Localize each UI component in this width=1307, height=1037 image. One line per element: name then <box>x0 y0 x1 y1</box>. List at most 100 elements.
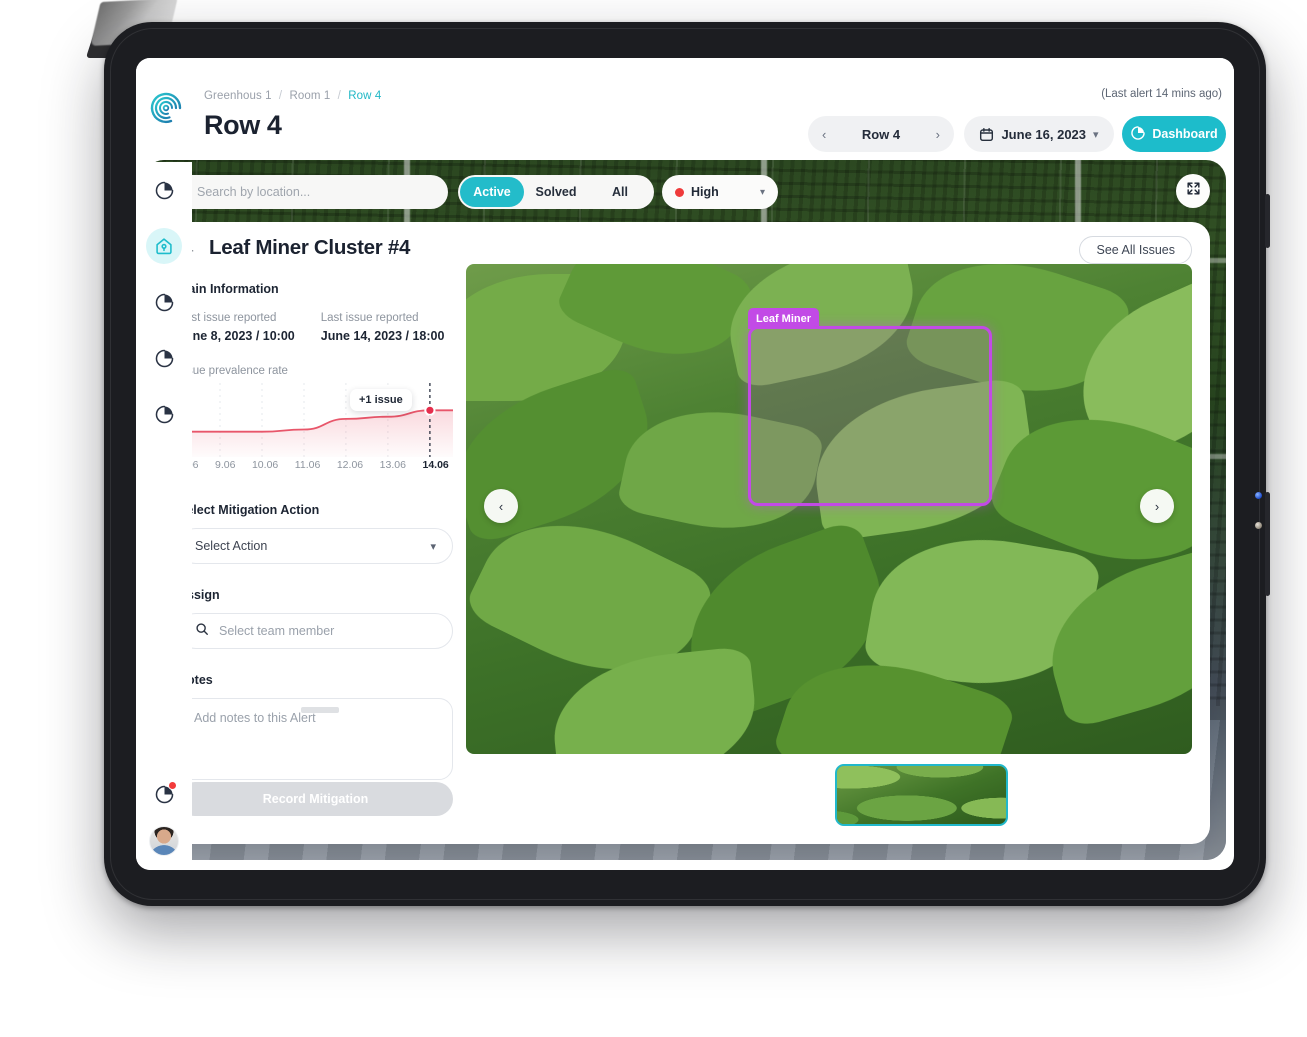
issue-title: Leaf Miner Cluster #4 <box>209 236 411 259</box>
thumbnail-3-selected[interactable] <box>835 764 1008 826</box>
thumbnail-image <box>652 766 822 824</box>
assign-label: Assign <box>178 588 220 602</box>
fullscreen-expand-icon <box>1186 181 1201 201</box>
device-led-blue <box>1255 492 1262 499</box>
thumbnail-image <box>836 766 1006 824</box>
issue-dates: First issue reported June 8, 2023 / 10:0… <box>178 312 453 343</box>
severity-filter-dropdown[interactable]: High ▾ <box>662 175 778 209</box>
next-image-button[interactable]: › <box>1140 489 1174 523</box>
thumbnail-4[interactable] <box>1019 764 1192 826</box>
main-information-title: Main Information <box>178 282 279 296</box>
mitigation-action-select[interactable]: Select Action ▾ <box>178 528 453 564</box>
severity-filter-value: High <box>691 185 719 199</box>
chart-tick-label: 14.06 <box>422 459 449 471</box>
image-thumbnail-strip <box>466 764 1192 826</box>
chevron-down-icon[interactable]: ▾ <box>1093 128 1099 141</box>
chart-tick-label: 10.06 <box>251 459 279 471</box>
assign-team-member-input[interactable]: Select team member <box>178 613 453 649</box>
screenshot-stage: Greenhous 1 / Room 1 / Row 4 Row 4 (Last… <box>0 0 1307 1037</box>
device-led-grey <box>1255 522 1262 529</box>
chevron-right-icon[interactable]: › <box>936 127 940 142</box>
breadcrumb-item-row[interactable]: Row 4 <box>348 90 381 102</box>
sidebar-item-analytics-3[interactable] <box>146 340 182 376</box>
row-selector-value: Row 4 <box>861 126 901 142</box>
first-issue-value: June 8, 2023 / 10:00 <box>178 329 295 343</box>
tablet-device-frame: Greenhous 1 / Room 1 / Row 4 Row 4 (Last… <box>104 22 1270 906</box>
tab-all[interactable]: All <box>588 177 652 207</box>
breadcrumb-separator: / <box>337 90 341 102</box>
notes-textarea[interactable]: Add notes to this Alert <box>178 698 453 780</box>
chart-tick-label: 12.06 <box>336 459 364 471</box>
alert-badge <box>168 781 177 790</box>
fullscreen-expand-button[interactable] <box>1176 174 1210 208</box>
date-picker[interactable]: June 16, 2023 ▾ <box>964 116 1114 152</box>
last-issue-block: Last issue reported June 14, 2023 / 18:0… <box>321 312 445 343</box>
breadcrumb-item-room[interactable]: Room 1 <box>289 90 330 102</box>
calendar-icon <box>979 127 994 142</box>
sidebar-item-analytics-2[interactable] <box>146 284 182 320</box>
issue-prevalence-chart: +1 issue 8.069.0610.0611.0612.0613.0614.… <box>178 383 453 479</box>
device-power-button[interactable] <box>1265 492 1270 596</box>
left-sidebar <box>136 162 192 870</box>
date-picker-value: June 16, 2023 <box>1001 126 1087 142</box>
thumbnail-2[interactable] <box>650 764 823 826</box>
notes-grey-bar-artifact <box>301 707 339 713</box>
chart-canvas <box>178 383 453 457</box>
chart-tick-label: 11.06 <box>294 459 321 471</box>
mitigation-label: Select Mitigation Action <box>178 503 320 517</box>
see-all-issues-button[interactable]: See All Issues <box>1079 236 1192 264</box>
page-title: Row 4 <box>204 110 282 140</box>
chevron-down-icon[interactable]: ▾ <box>760 187 765 198</box>
thumbnail-1[interactable] <box>466 764 639 826</box>
thumbnail-image <box>1021 766 1191 824</box>
first-issue-block: First issue reported June 8, 2023 / 10:0… <box>178 312 295 343</box>
tablet-screen: Greenhous 1 / Room 1 / Row 4 Row 4 (Last… <box>136 58 1234 870</box>
search-icon <box>195 622 209 641</box>
dashboard-button-label: Dashboard <box>1152 127 1218 141</box>
last-issue-value: June 14, 2023 / 18:00 <box>320 329 445 343</box>
breadcrumb-separator: / <box>278 90 283 102</box>
detection-bounding-box[interactable]: Leaf Miner <box>748 308 992 506</box>
notes-placeholder: Add notes to this Alert <box>194 711 316 725</box>
chevron-left-icon[interactable]: ‹ <box>822 127 826 142</box>
chevron-down-icon[interactable]: ▾ <box>430 540 436 553</box>
user-avatar[interactable] <box>149 826 179 856</box>
sidebar-nav <box>136 162 192 432</box>
device-volume-button[interactable] <box>1265 194 1270 248</box>
row-selector[interactable]: ‹ Row 4 › <box>808 116 954 152</box>
tab-active[interactable]: Active <box>460 177 524 207</box>
plant-image-viewer: Leaf Miner ‹ › <box>466 264 1192 754</box>
breadcrumb: Greenhous 1 / Room 1 / Row 4 <box>204 90 381 102</box>
breadcrumb-item-greenhouse[interactable]: Greenhous 1 <box>204 90 272 102</box>
pie-chart-icon <box>1130 125 1146 144</box>
sidebar-bottom <box>136 776 192 856</box>
status-filter-segmented-control: Active Solved All <box>458 175 654 209</box>
previous-image-button[interactable]: ‹ <box>484 489 518 523</box>
sidebar-item-alerts[interactable] <box>146 776 182 812</box>
sidebar-item-greenhouse-home[interactable] <box>146 228 182 264</box>
chart-title: Issue prevalence rate <box>178 365 288 377</box>
sidebar-item-analytics-4[interactable] <box>146 396 182 432</box>
card-header: ← Leaf Miner Cluster #4 <box>178 236 410 260</box>
dashboard-button[interactable]: Dashboard <box>1122 116 1226 152</box>
search-input[interactable]: Search by location... <box>160 175 448 209</box>
thumbnail-image <box>467 766 637 824</box>
app-header: Greenhous 1 / Room 1 / Row 4 Row 4 (Last… <box>136 58 1234 160</box>
severity-dot-icon <box>675 187 684 197</box>
tab-solved[interactable]: Solved <box>524 177 588 207</box>
last-issue-label: Last issue reported <box>320 312 419 324</box>
greenhouse-background-panel: Search by location... Active Solved All … <box>144 160 1226 860</box>
chart-tick-label: 13.06 <box>379 459 406 471</box>
issue-detail-card: ← Leaf Miner Cluster #4 See All Issues M… <box>160 222 1210 844</box>
detection-label: Leaf Miner <box>748 308 820 329</box>
first-issue-label: First issue reported <box>178 312 277 324</box>
sidebar-item-analytics-1[interactable] <box>146 172 182 208</box>
chart-x-axis: 8.069.0610.0611.0612.0613.0614.06 <box>178 459 449 471</box>
spiral-circles-logo[interactable] <box>144 86 188 130</box>
chart-tick-label: 9.06 <box>214 459 236 471</box>
issue-info-column: Main Information First issue reported Ju… <box>178 282 453 780</box>
notes-label: Notes <box>178 673 213 687</box>
assign-placeholder: Select team member <box>219 624 335 638</box>
record-mitigation-button[interactable]: Record Mitigation <box>178 782 453 816</box>
search-placeholder: Search by location... <box>197 185 311 199</box>
